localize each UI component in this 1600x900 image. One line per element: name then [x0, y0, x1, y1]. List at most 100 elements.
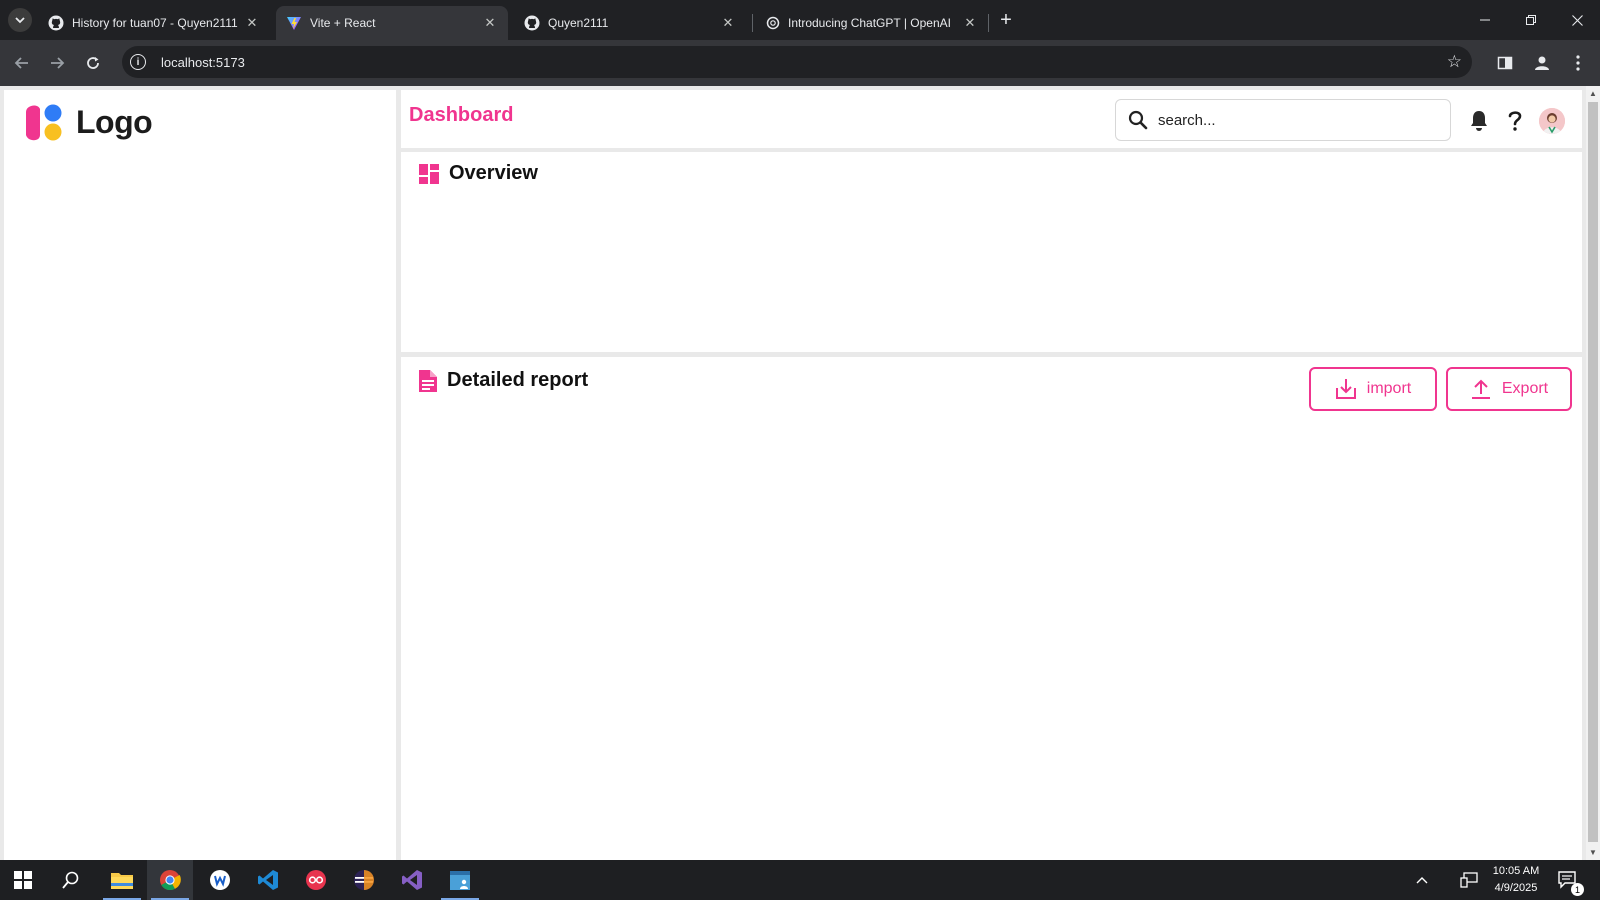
- github-icon: [524, 15, 540, 31]
- import-button[interactable]: import: [1309, 367, 1437, 411]
- scroll-up-icon[interactable]: ▲: [1589, 89, 1597, 98]
- import-label: import: [1366, 380, 1412, 397]
- help-button[interactable]: [1503, 109, 1527, 133]
- overview-header: Overview: [419, 162, 538, 185]
- page-viewport: Logo Dashboard Overview Detailed report: [0, 86, 1586, 860]
- vscode-icon: [258, 870, 278, 890]
- tab-search-button[interactable]: [8, 8, 32, 32]
- chrome-icon: [160, 870, 181, 891]
- taskbar-eclipse[interactable]: [341, 860, 387, 900]
- eclipse-icon: [354, 870, 374, 890]
- help-icon: [1508, 111, 1522, 131]
- tab-title: Quyen2111: [548, 16, 609, 30]
- side-panel-button[interactable]: [1494, 52, 1516, 74]
- dashboard-icon: [419, 163, 439, 184]
- overview-title: Overview: [449, 162, 538, 184]
- address-bar[interactable]: i localhost:5173 ☆: [122, 46, 1472, 78]
- taskbar-red-app[interactable]: [293, 860, 339, 900]
- notification-count-badge: 1: [1571, 883, 1584, 896]
- visual-studio-icon: [402, 870, 422, 890]
- restore-icon: [1526, 15, 1536, 25]
- avatar[interactable]: [1539, 108, 1565, 134]
- export-button[interactable]: Export: [1446, 367, 1572, 411]
- restore-button[interactable]: [1516, 8, 1546, 32]
- report-title: Detailed report: [447, 369, 589, 391]
- browser-toolbar: i localhost:5173 ☆: [0, 40, 1600, 86]
- back-button[interactable]: [9, 50, 35, 76]
- document-icon: [419, 369, 437, 392]
- tab-quyen2111[interactable]: Quyen2111 ✕: [514, 6, 746, 40]
- browser-tab-bar: History for tuan07 - Quyen2111 ✕ Vite + …: [0, 0, 1600, 40]
- show-hidden-icons-button[interactable]: [1399, 860, 1445, 900]
- minimize-button[interactable]: [1470, 8, 1500, 32]
- tab-divider: [752, 14, 753, 32]
- tab-title: Vite + React: [310, 16, 376, 30]
- url-text[interactable]: localhost:5173: [161, 55, 245, 70]
- clock-date[interactable]: 4/9/2025: [1486, 882, 1546, 894]
- menu-button[interactable]: [1567, 52, 1589, 74]
- logo-icon: [26, 104, 62, 141]
- scroll-down-icon[interactable]: ▼: [1589, 848, 1597, 857]
- taskbar-blue-app[interactable]: [437, 860, 483, 900]
- clock-time[interactable]: 10:05 AM: [1486, 865, 1546, 877]
- profile-icon: [1535, 56, 1549, 70]
- tab-title: Introducing ChatGPT | OpenAI: [788, 16, 951, 30]
- app-header: Dashboard: [401, 90, 1582, 148]
- side-panel-icon: [1497, 56, 1513, 70]
- tab-divider: [988, 14, 989, 32]
- page-title: Dashboard: [409, 104, 514, 126]
- search-icon: [62, 871, 79, 889]
- taskbar-vscode[interactable]: [245, 860, 291, 900]
- site-info-icon[interactable]: i: [130, 54, 146, 70]
- bookmark-star-icon[interactable]: ☆: [1447, 52, 1462, 72]
- export-label: Export: [1501, 380, 1549, 397]
- tab-chatgpt[interactable]: Introducing ChatGPT | OpenAI ✕: [756, 6, 988, 40]
- forward-button[interactable]: [44, 50, 70, 76]
- openai-icon: [766, 16, 780, 30]
- arrow-left-icon: [14, 57, 28, 69]
- user-avatar-image: [1539, 108, 1565, 134]
- report-header: Detailed report: [419, 369, 588, 392]
- tab-title: History for tuan07 - Quyen2111: [72, 16, 238, 30]
- sidebar: Logo: [4, 90, 396, 860]
- notifications-button[interactable]: [1467, 109, 1491, 133]
- taskbar-search-button[interactable]: [48, 860, 94, 900]
- taskbar-file-explorer[interactable]: [99, 860, 145, 900]
- tab-vite-react[interactable]: Vite + React ✕: [276, 6, 508, 40]
- taskbar-writer-app[interactable]: [197, 860, 243, 900]
- logo[interactable]: Logo: [22, 102, 153, 142]
- import-icon: [1335, 379, 1356, 399]
- notification-center-button[interactable]: 1: [1548, 860, 1588, 900]
- tab-history[interactable]: History for tuan07 - Quyen2111 ✕: [38, 6, 270, 40]
- scrollbar-thumb[interactable]: [1588, 102, 1598, 842]
- detailed-report-section: Detailed report import Export: [401, 357, 1582, 860]
- arrow-right-icon: [51, 57, 65, 69]
- new-tab-button[interactable]: +: [991, 8, 1021, 32]
- writer-icon: [210, 870, 230, 890]
- github-icon: [48, 15, 64, 31]
- search-box[interactable]: [1115, 99, 1451, 141]
- app-blue-icon: [450, 871, 470, 890]
- windows-taskbar: 10:05 AM 4/9/2025 1: [0, 860, 1600, 900]
- logo-text: Logo: [76, 103, 153, 140]
- chevron-down-icon: [15, 17, 25, 24]
- chevron-up-icon: [1416, 877, 1428, 884]
- close-window-button[interactable]: [1562, 8, 1592, 32]
- file-explorer-icon: [111, 873, 133, 889]
- search-input[interactable]: [1158, 111, 1428, 129]
- export-icon: [1471, 379, 1490, 399]
- start-button[interactable]: [0, 860, 46, 900]
- close-icon[interactable]: ✕: [482, 15, 498, 31]
- taskbar-visual-studio[interactable]: [389, 860, 435, 900]
- reload-button[interactable]: [80, 50, 106, 76]
- reload-icon: [87, 57, 99, 69]
- page-scrollbar[interactable]: ▲ ▼: [1586, 86, 1600, 860]
- close-icon[interactable]: ✕: [720, 15, 736, 31]
- bell-icon: [1471, 111, 1487, 131]
- profile-button[interactable]: [1531, 52, 1553, 74]
- taskbar-chrome[interactable]: [147, 860, 193, 900]
- search-icon: [1128, 110, 1148, 130]
- kebab-menu-icon: [1576, 55, 1580, 71]
- close-icon[interactable]: ✕: [244, 15, 260, 31]
- close-icon[interactable]: ✕: [962, 15, 978, 31]
